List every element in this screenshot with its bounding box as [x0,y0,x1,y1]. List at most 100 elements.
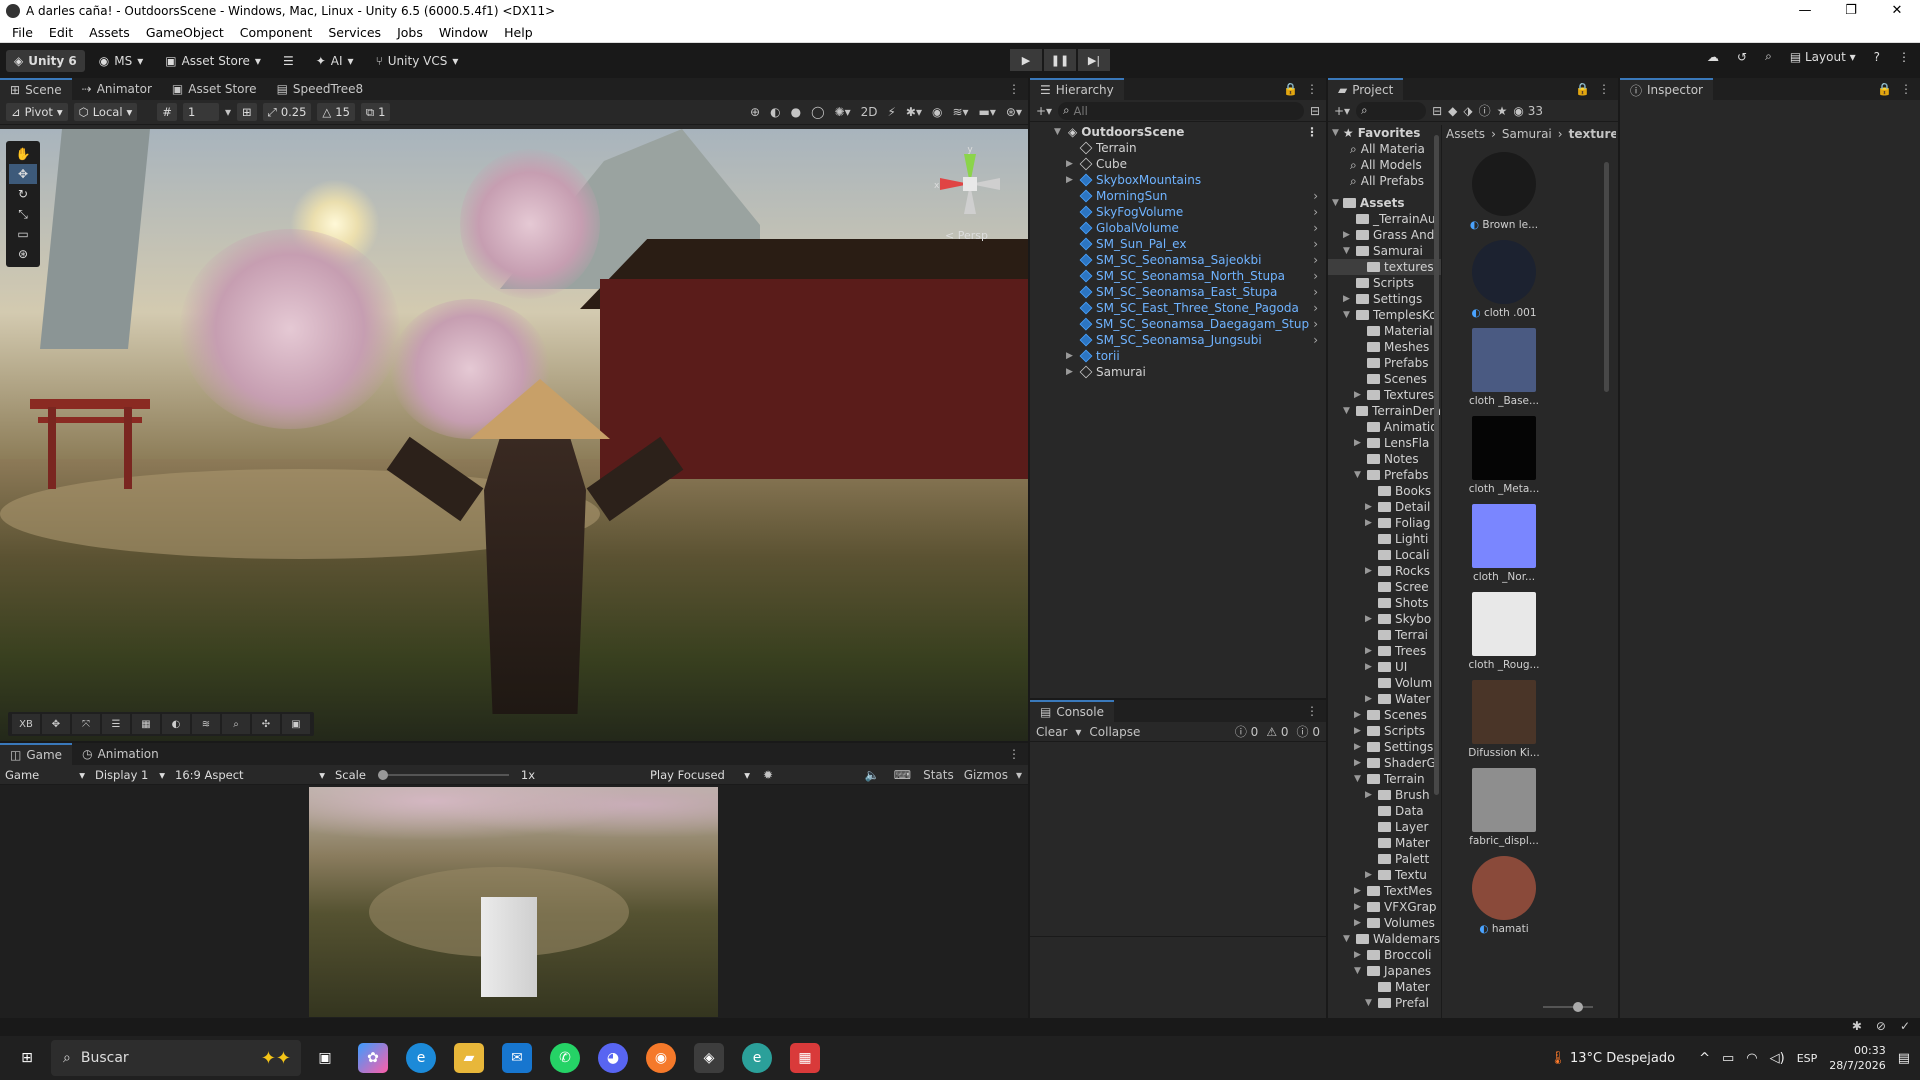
vcs-dropdown[interactable]: ⑂ Unity VCS ▾ [368,50,467,72]
open-prefab-icon[interactable]: › [1313,189,1318,203]
wifi-icon[interactable]: ◠ [1746,1051,1757,1066]
hierarchy-item[interactable]: SM_SC_Seonamsa_Jungsubi › [1030,332,1326,348]
grid-toggle[interactable]: # [157,103,177,121]
open-prefab-icon[interactable]: › [1313,253,1318,267]
folder-item[interactable]: Scenes [1328,371,1441,387]
favorite-item[interactable]: ⌕ All Prefabs [1328,173,1441,189]
folder-item[interactable]: ▶ Skybo [1328,611,1441,627]
snap-overlay-icon[interactable]: ⤧ [72,714,100,734]
chevron-down-icon[interactable]: ▼ [1054,127,1064,137]
menu-component[interactable]: Component [240,25,313,40]
menu-help[interactable]: Help [504,25,533,40]
chevron-right-icon[interactable]: ▶ [1354,918,1363,928]
shading-solid-icon[interactable]: ● [791,105,801,119]
add-icon[interactable]: +▾ [1036,104,1052,118]
global-icon[interactable]: ⊕ [750,105,760,119]
more-icon[interactable]: ⋮ [1898,50,1910,64]
outlook-icon[interactable]: ✉ [502,1043,532,1073]
folder-item[interactable]: ▶ LensFla [1328,435,1441,451]
chevron-right-icon[interactable]: ▶ [1365,566,1374,576]
lock-icon[interactable]: 🔒 [1283,82,1298,96]
add-icon[interactable]: +▾ [1334,104,1350,118]
chevron-right-icon[interactable]: ▶ [1365,694,1374,704]
folder-item[interactable]: ▶ UI [1328,659,1441,675]
scene-orientation-gizmo[interactable]: y x [930,144,1010,224]
folder-tree-scrollbar[interactable] [1434,135,1439,795]
menu-gameobject[interactable]: GameObject [146,25,224,40]
scale-tool-icon[interactable]: ⤡ [9,204,37,224]
error-filter[interactable]: ⓘ 0 [1297,723,1320,740]
scale-slider[interactable] [377,769,509,780]
tab-animator[interactable]: ⇢ Animator [72,78,162,100]
shading-overlay-icon[interactable]: ◐ [162,714,190,734]
close-button[interactable]: ✕ [1874,0,1920,22]
tab-speedtree[interactable]: ▤ SpeedTree8 [267,78,374,100]
task-view-icon[interactable]: ▣ [310,1043,340,1073]
chevron-right-icon[interactable]: ▶ [1354,950,1363,960]
effects-icon[interactable]: ✱▾ [906,105,922,119]
folder-item[interactable]: ▶ Detail [1328,499,1441,515]
folder-item[interactable]: ▼ Prefabs [1328,467,1441,483]
breadcrumb-assets[interactable]: Assets [1446,127,1485,141]
open-prefab-icon[interactable]: › [1313,285,1318,299]
favorite-item[interactable]: ⌕ All Models [1328,157,1441,173]
taskbar-search[interactable]: ⌕ Buscar ✦✦ [51,1040,301,1076]
keyboard-icon[interactable]: ⌨ [894,768,911,782]
chevron-right-icon[interactable]: ▶ [1354,726,1363,736]
folder-item[interactable]: ▶ Settings [1328,739,1441,755]
file-explorer-icon[interactable]: ▰ [454,1043,484,1073]
audio-icon[interactable]: ⚡ [887,105,895,119]
folder-item[interactable]: Mater [1328,979,1441,995]
menu-file[interactable]: File [12,25,33,40]
menu-jobs[interactable]: Jobs [397,25,423,40]
folder-item[interactable]: ▶ Rocks [1328,563,1441,579]
asset-item[interactable]: cloth _Roug... [1464,592,1544,671]
chevron-right-icon[interactable]: ▶ [1066,175,1076,185]
shading-wire-icon[interactable]: ◯ [811,105,824,119]
panel-menu-icon[interactable]: ⋮ [1306,82,1318,96]
camera-overlay-icon[interactable]: ▣ [282,714,310,734]
folder-item[interactable]: ▼ TerrainDem [1328,403,1441,419]
bug-icon[interactable]: ✹ [763,768,773,782]
folder-item[interactable]: Material [1328,323,1441,339]
folder-item[interactable]: Palett [1328,851,1441,867]
unity-account-button[interactable]: ◈ Unity 6 [6,49,85,72]
folder-item[interactable]: ▶ Broccoli [1328,947,1441,963]
chevron-right-icon[interactable]: ▶ [1365,646,1374,656]
snap-toggle[interactable]: ⊞ [236,103,257,121]
asset-item[interactable]: cloth _Meta... [1464,416,1544,495]
hierarchy-item[interactable]: ▶ SkyboxMountains [1030,172,1326,188]
folder-item[interactable]: Lighti [1328,531,1441,547]
breadcrumb-samurai[interactable]: Samurai [1502,127,1552,141]
debug-icon[interactable]: ✱ [1852,1019,1862,1033]
asset-item[interactable]: ◐ hamati [1464,856,1544,935]
chevron-right-icon[interactable]: ▶ [1354,438,1363,448]
stats-toggle[interactable]: Stats [923,768,954,782]
hierarchy-search[interactable]: ⌕ All [1058,101,1304,120]
tab-hierarchy[interactable]: ☰ Hierarchy [1030,78,1124,100]
rotate-snap-field[interactable]: △ 15 [317,103,355,121]
search-by-type-icon[interactable]: ⊟ [1432,104,1442,118]
hierarchy-item[interactable]: ▶ Cube [1030,156,1326,172]
hierarchy-item[interactable]: SM_SC_Seonamsa_North_Stupa › [1030,268,1326,284]
edge-beta-icon[interactable]: e [742,1043,772,1073]
asset-item[interactable]: ◐ cloth .001 [1464,240,1544,319]
search-icon[interactable]: ⌕ [1765,49,1772,64]
chevron-down-icon[interactable]: ▾ [1075,725,1081,739]
chevron-down-icon[interactable]: ▼ [1332,198,1339,208]
scene-root-row[interactable]: ▼ ◈ OutdoorsScene ⋮ [1030,124,1326,140]
panel-menu-icon[interactable]: ⋮ [1008,747,1020,761]
progress-icon[interactable]: ⊘ [1876,1019,1886,1033]
help-icon[interactable]: ? [1874,50,1880,64]
menu-assets[interactable]: Assets [89,25,130,40]
menu-services[interactable]: Services [328,25,381,40]
lighting-icon[interactable]: ✺▾ [835,105,851,119]
scale-slider-knob[interactable] [377,769,388,780]
chevron-right-icon[interactable]: ▶ [1066,159,1076,169]
thumbnail-size-slider[interactable] [1543,1002,1593,1012]
pan-overlay-icon[interactable]: ✣ [252,714,280,734]
folder-item[interactable]: ▶ Scripts [1328,723,1441,739]
discord-icon[interactable]: ◕ [598,1043,628,1073]
folder-item[interactable]: Animatio [1328,419,1441,435]
folder-item[interactable]: Prefabs [1328,355,1441,371]
